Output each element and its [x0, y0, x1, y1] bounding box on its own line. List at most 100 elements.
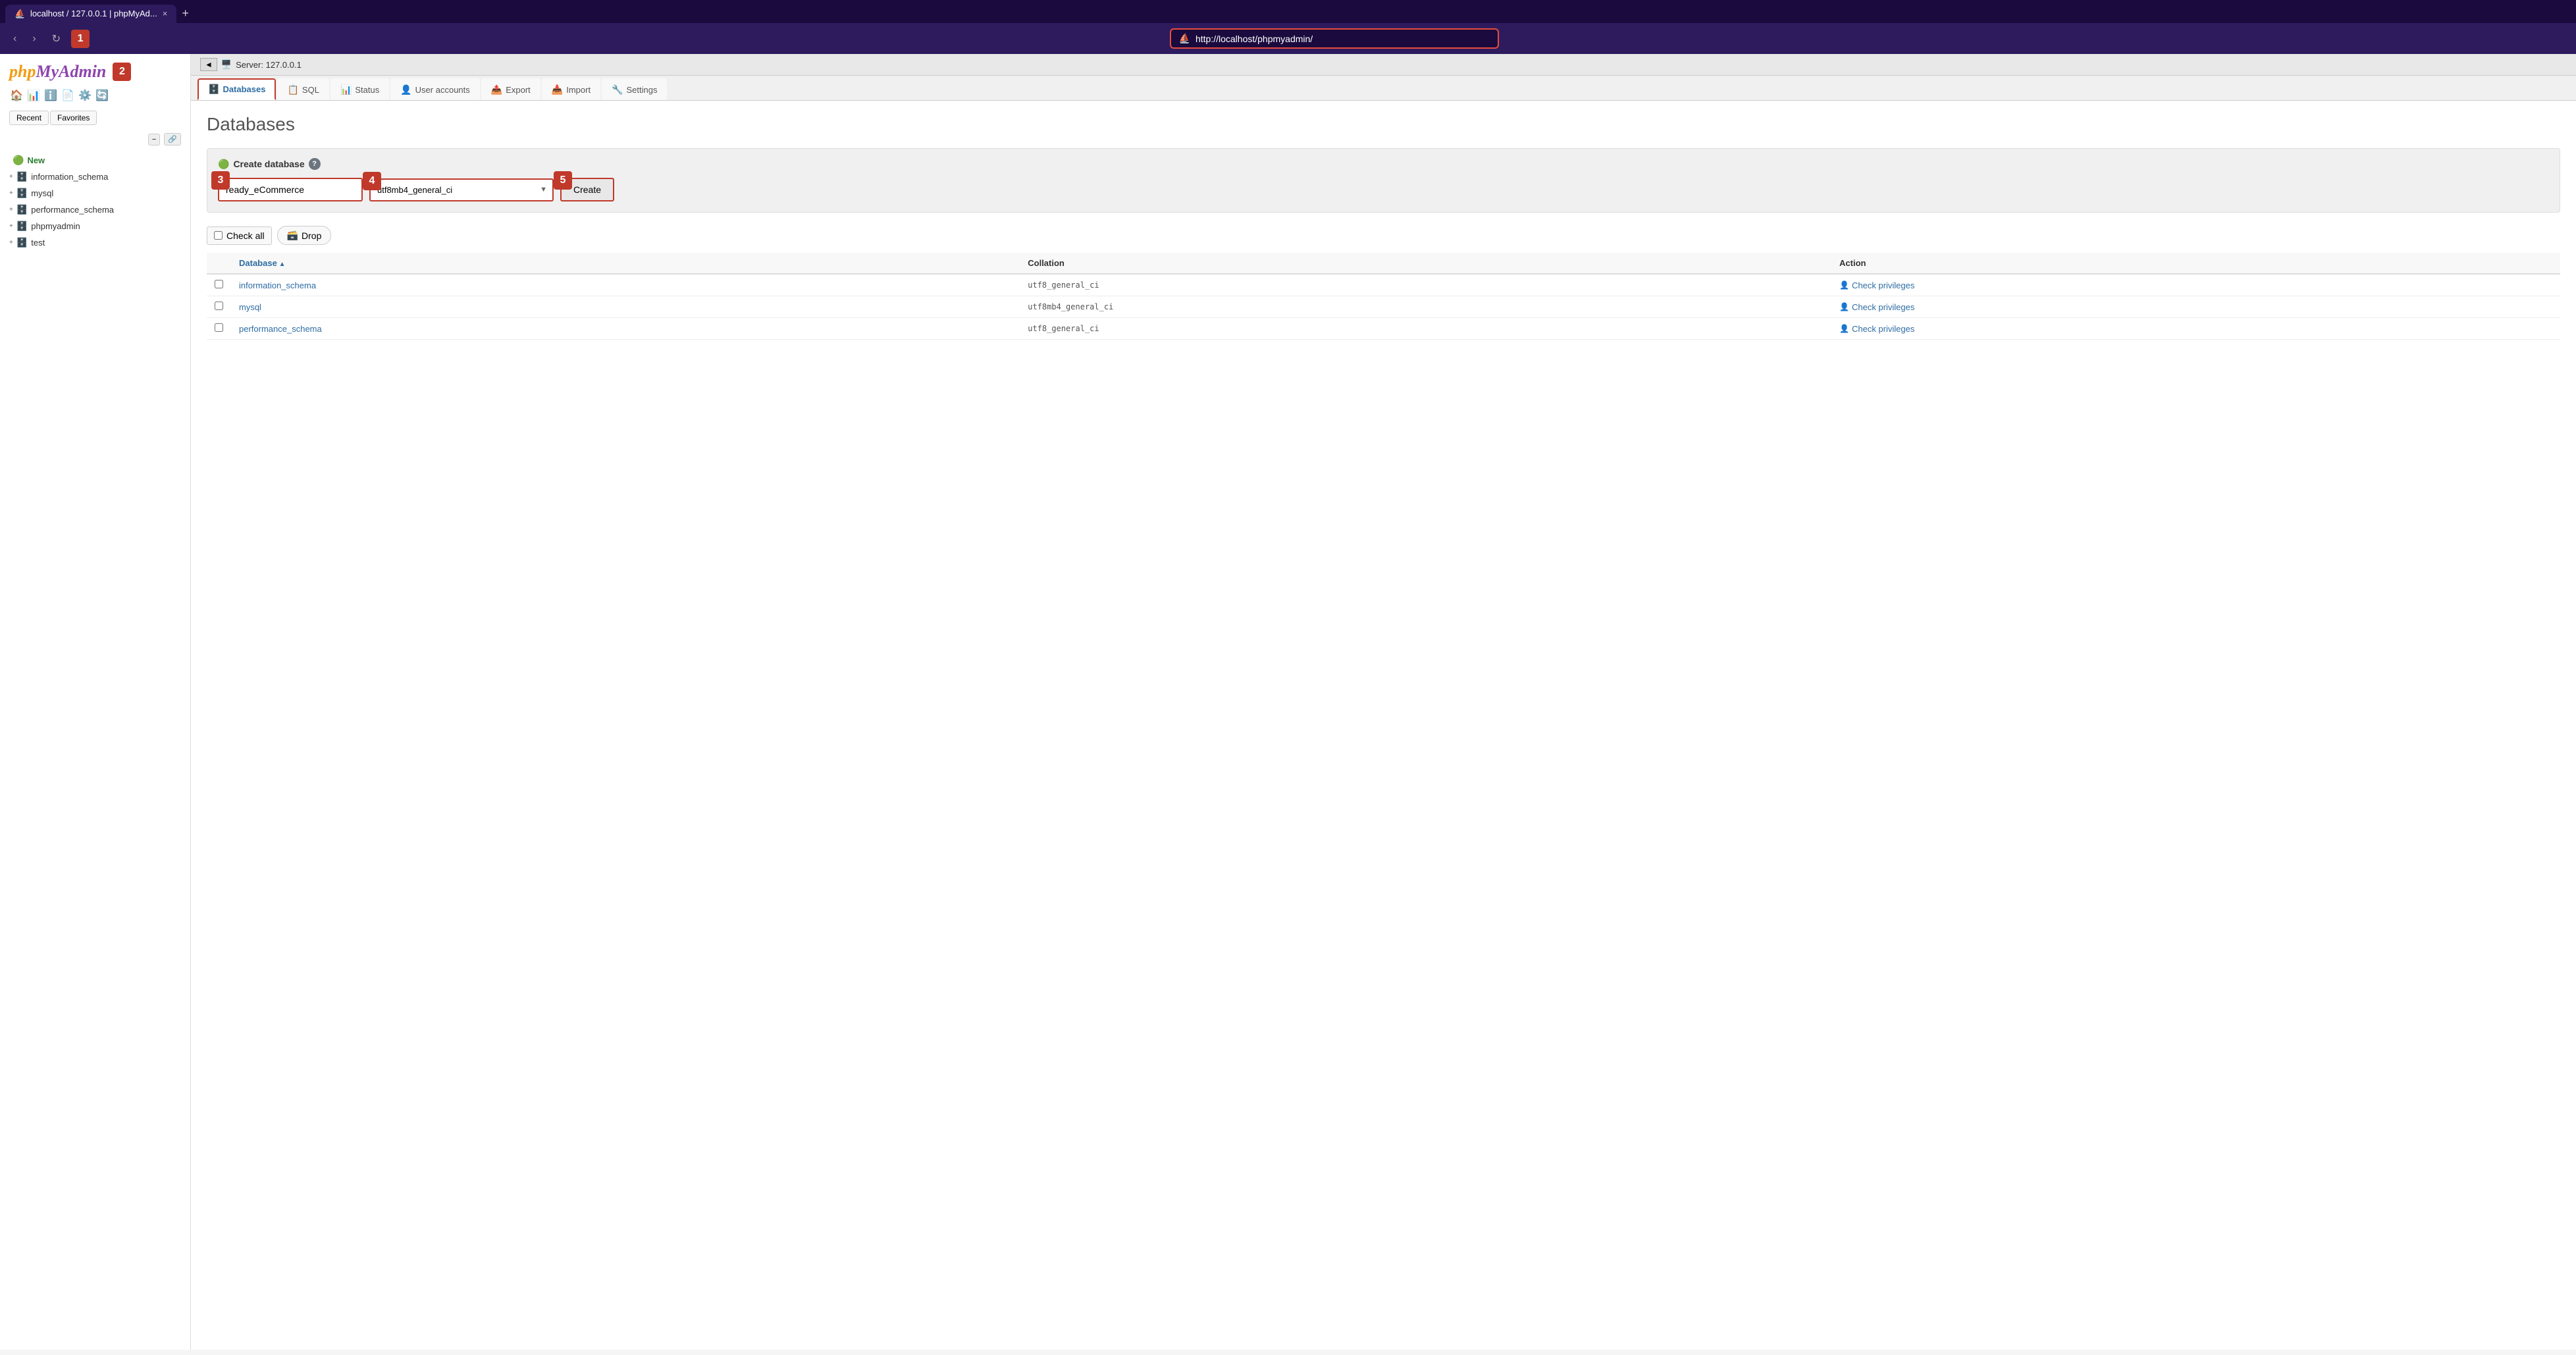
- database-column-header[interactable]: Database: [231, 253, 1020, 274]
- collation-cell: utf8mb4_general_ci: [1020, 296, 1831, 318]
- chart-icon[interactable]: 📊: [26, 88, 41, 103]
- table-row: information_schema utf8_general_ci 👤 Che…: [207, 274, 2560, 296]
- status-tab-label: Status: [355, 85, 379, 95]
- check-privileges-link[interactable]: 👤 Check privileges: [1839, 302, 2552, 312]
- row-checkbox[interactable]: [215, 280, 223, 288]
- db-name-link[interactable]: information_schema: [239, 280, 316, 290]
- row-checkbox-cell: [207, 318, 231, 340]
- db-icon: 🗄️: [16, 171, 28, 182]
- server-icon: 🖥️: [221, 59, 232, 70]
- row-checkbox[interactable]: [215, 302, 223, 310]
- refresh-button[interactable]: ↻: [47, 30, 66, 48]
- sidebar-item-new[interactable]: 🟢 New: [0, 152, 190, 169]
- address-favicon: ⛵: [1179, 33, 1190, 44]
- user-accounts-tab-label: User accounts: [415, 85, 470, 95]
- database-name-input[interactable]: [218, 178, 363, 201]
- tab-databases[interactable]: 🗄️ Databases: [197, 78, 276, 100]
- tab-export[interactable]: 📤 Export: [481, 78, 540, 100]
- step3-badge: 3: [211, 171, 230, 190]
- db-label: test: [31, 238, 45, 248]
- action-cell: 👤 Check privileges: [1831, 274, 2560, 296]
- check-privileges-label: Check privileges: [1852, 324, 1914, 334]
- logo-php: php: [9, 62, 36, 81]
- db-name-link[interactable]: mysql: [239, 302, 261, 312]
- settings-icon[interactable]: ⚙️: [78, 88, 92, 103]
- check-privileges-label: Check privileges: [1852, 280, 1914, 290]
- db-label: mysql: [31, 188, 53, 198]
- link-button[interactable]: 🔗: [164, 133, 181, 146]
- collapse-tree-button[interactable]: −: [148, 134, 160, 146]
- server-header: ◄ 🖥️ Server: 127.0.0.1: [191, 54, 2576, 76]
- db-label: performance_schema: [31, 205, 114, 215]
- tab-title: localhost / 127.0.0.1 | phpMyAd...: [30, 9, 157, 18]
- collapse-sidebar-button[interactable]: ◄: [200, 58, 217, 71]
- check-privileges-label: Check privileges: [1852, 302, 1914, 312]
- tab-status[interactable]: 📊 Status: [330, 78, 389, 100]
- settings-tab-icon: 🔧: [612, 84, 623, 95]
- tab-sql[interactable]: 📋 SQL: [277, 78, 329, 100]
- tab-favorites[interactable]: Favorites: [50, 111, 97, 125]
- db-name-cell: performance_schema: [231, 318, 1020, 340]
- forward-button[interactable]: ›: [27, 30, 41, 47]
- action-cell: 👤 Check privileges: [1831, 318, 2560, 340]
- privileges-icon: 👤: [1839, 280, 1849, 290]
- tab-close-button[interactable]: ×: [163, 9, 168, 18]
- db-icon: 🗄️: [16, 237, 28, 248]
- tab-favicon: ⛵: [14, 9, 25, 19]
- logo-text: phpMyAdmin: [9, 62, 106, 82]
- drop-button[interactable]: 🗃️ Drop: [277, 226, 332, 245]
- check-all-label[interactable]: Check all: [207, 226, 272, 245]
- export-tab-label: Export: [506, 85, 531, 95]
- check-privileges-link[interactable]: 👤 Check privileges: [1839, 280, 2552, 290]
- db-icon: 🗄️: [16, 221, 28, 232]
- copy-icon[interactable]: 📄: [61, 88, 75, 103]
- collation-select-wrapper: utf8mb4_general_ci utf8_general_ci latin…: [369, 178, 554, 201]
- action-column-header: Action: [1831, 253, 2560, 274]
- address-bar[interactable]: ⛵: [1170, 28, 1499, 49]
- db-icon: 🗄️: [16, 204, 28, 215]
- row-checkbox-cell: [207, 296, 231, 318]
- drop-icon: 🗃️: [287, 230, 298, 241]
- address-input[interactable]: [1196, 34, 1490, 44]
- step2-badge: 2: [113, 63, 131, 81]
- expand-icon: +: [9, 239, 13, 246]
- tab-import[interactable]: 📥 Import: [542, 78, 600, 100]
- step1-badge: 1: [71, 30, 90, 48]
- sidebar-item-phpmyadmin[interactable]: + 🗄️ phpmyadmin: [0, 218, 190, 234]
- sidebar-icon-bar: 🏠 📊 ℹ️ 📄 ⚙️ 🔄: [0, 84, 190, 108]
- row-checkbox[interactable]: [215, 323, 223, 332]
- check-privileges-link[interactable]: 👤 Check privileges: [1839, 324, 2552, 334]
- home-icon[interactable]: 🏠: [9, 88, 24, 103]
- sidebar-controls: − 🔗: [0, 130, 190, 149]
- table-row: performance_schema utf8_general_ci 👤 Che…: [207, 318, 2560, 340]
- nav-tabs: 🗄️ Databases 📋 SQL 📊 Status 👤 User accou…: [191, 76, 2576, 101]
- sidebar-logo: phpMyAdmin 2: [0, 54, 190, 84]
- import-tab-icon: 📥: [552, 84, 563, 95]
- tab-settings[interactable]: 🔧 Settings: [602, 78, 667, 100]
- browser-nav-bar: ‹ › ↻ 1 ⛵: [0, 23, 2576, 54]
- tab-user-accounts[interactable]: 👤 User accounts: [390, 78, 480, 100]
- table-header-row: Database Collation Action: [207, 253, 2560, 274]
- sidebar: phpMyAdmin 2 🏠 📊 ℹ️ 📄 ⚙️ 🔄 Recent Favori…: [0, 54, 191, 1350]
- help-icon[interactable]: ?: [309, 158, 321, 170]
- db-name-link[interactable]: performance_schema: [239, 324, 322, 334]
- sidebar-item-mysql[interactable]: + 🗄️ mysql: [0, 185, 190, 201]
- expand-icon: +: [9, 223, 13, 230]
- expand-icon: +: [9, 206, 13, 213]
- sidebar-item-test[interactable]: + 🗄️ test: [0, 234, 190, 251]
- collation-select[interactable]: utf8mb4_general_ci utf8_general_ci latin…: [369, 178, 554, 201]
- sidebar-item-information-schema[interactable]: + 🗄️ information_schema: [0, 169, 190, 185]
- sidebar-item-performance-schema[interactable]: + 🗄️ performance_schema: [0, 201, 190, 218]
- tab-recent[interactable]: Recent: [9, 111, 49, 125]
- refresh-icon[interactable]: 🔄: [95, 88, 109, 103]
- info-icon[interactable]: ℹ️: [43, 88, 58, 103]
- status-tab-icon: 📊: [340, 84, 352, 95]
- back-button[interactable]: ‹: [8, 30, 22, 47]
- active-tab[interactable]: ⛵ localhost / 127.0.0.1 | phpMyAd... ×: [5, 5, 176, 23]
- db-label: phpmyadmin: [31, 221, 80, 231]
- new-tab-button[interactable]: +: [176, 4, 194, 23]
- check-all-checkbox[interactable]: [214, 231, 223, 240]
- step5-badge: 5: [554, 171, 572, 190]
- export-tab-icon: 📤: [491, 84, 502, 95]
- create-database-section: 🟢 Create database ? 3 4 utf8mb4_general_…: [207, 148, 2560, 213]
